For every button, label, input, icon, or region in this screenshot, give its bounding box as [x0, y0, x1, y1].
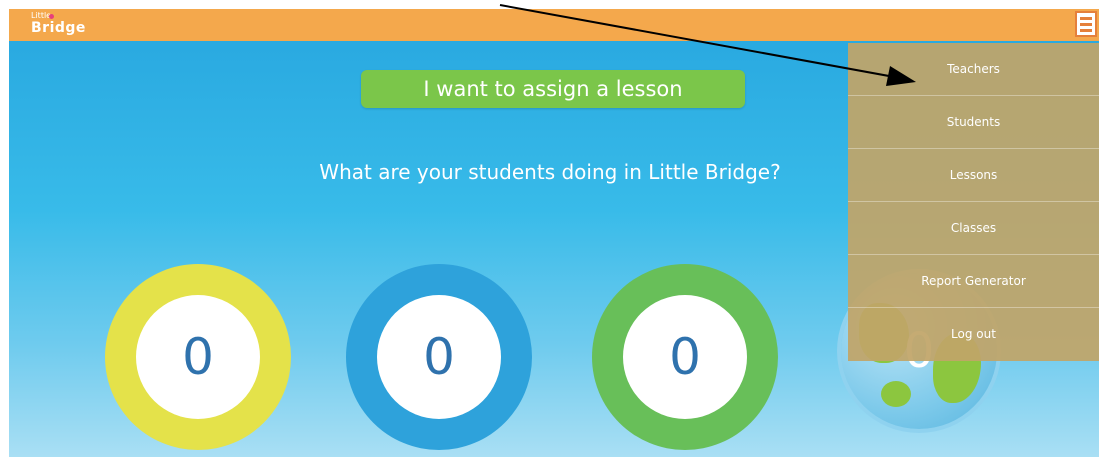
- menu-item-classes[interactable]: Classes: [848, 202, 1099, 255]
- hamburger-menu-icon[interactable]: [1075, 11, 1097, 37]
- dropdown-menu: Teachers Students Lessons Classes Report…: [848, 43, 1099, 361]
- logo-small-text: Little: [31, 11, 52, 20]
- stat-value: 0: [623, 295, 747, 419]
- menu-item-lessons[interactable]: Lessons: [848, 149, 1099, 202]
- logo-main-text: Bridge: [31, 20, 86, 36]
- logo-dot: [49, 14, 54, 19]
- top-bar: Little Bridge: [9, 9, 1099, 41]
- menu-item-report-generator[interactable]: Report Generator: [848, 255, 1099, 308]
- stat-circle-blue: 0: [346, 264, 532, 450]
- students-activity-heading: What are your students doing in Little B…: [319, 160, 781, 184]
- little-bridge-logo[interactable]: Little Bridge: [31, 11, 86, 36]
- stat-value: 0: [377, 295, 501, 419]
- menu-item-log-out[interactable]: Log out: [848, 308, 1099, 360]
- assign-lesson-button[interactable]: I want to assign a lesson: [361, 70, 745, 108]
- app-screen: Little Bridge I want to assign a lesson …: [9, 9, 1099, 457]
- stat-circle-green: 0: [592, 264, 778, 450]
- menu-item-teachers[interactable]: Teachers: [848, 43, 1099, 96]
- menu-item-students[interactable]: Students: [848, 96, 1099, 149]
- stat-value: 0: [136, 295, 260, 419]
- stat-circle-yellow: 0: [105, 264, 291, 450]
